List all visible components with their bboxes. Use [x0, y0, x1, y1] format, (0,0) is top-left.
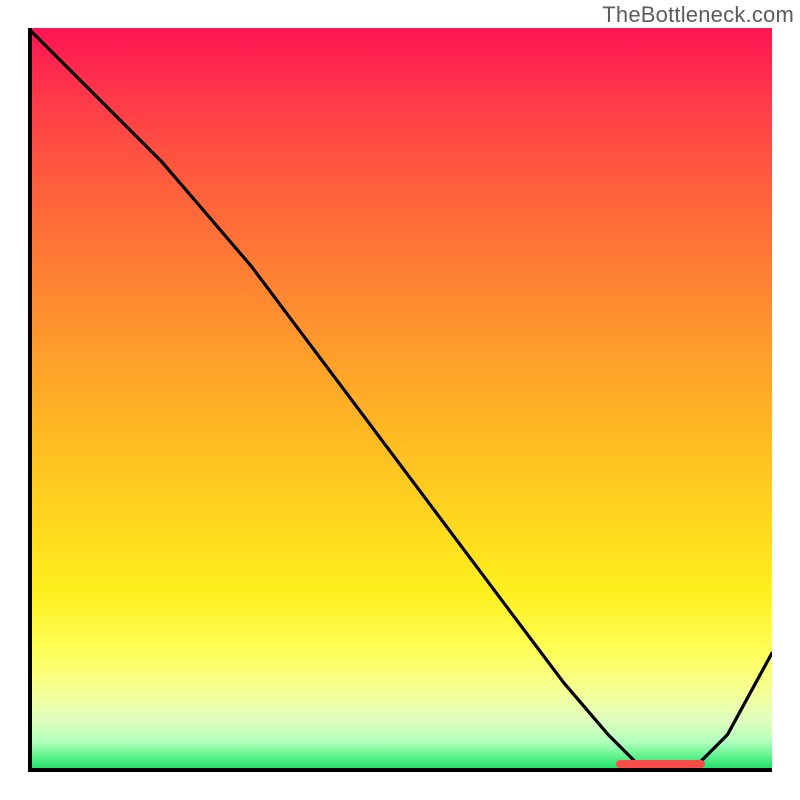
- bottleneck-curve: [28, 28, 772, 772]
- optimal-zone-marker: [616, 760, 705, 768]
- chart-container: TheBottleneck.com: [0, 0, 800, 800]
- watermark-text: TheBottleneck.com: [602, 2, 794, 28]
